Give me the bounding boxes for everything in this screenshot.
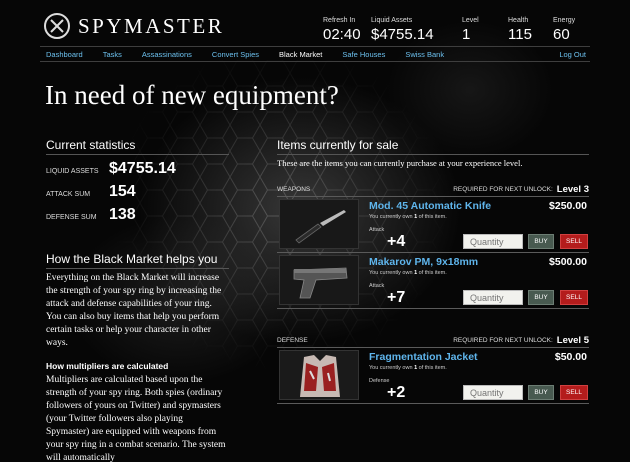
owned-prefix: You currently own [369, 270, 413, 276]
owned-suffix: of this item. [418, 270, 447, 276]
owned-count: 1 [414, 214, 418, 220]
quantity-input[interactable] [463, 385, 523, 400]
item-owned: You currently own 1 of this item. [369, 270, 447, 276]
app-logo[interactable]: SPYMASTER [44, 13, 224, 39]
stat-label: DEFENSE SUM [46, 214, 97, 221]
item-owned: You currently own 1 of this item. [369, 365, 447, 371]
sell-button[interactable]: SELL [560, 234, 588, 249]
stat-liquid-assets: Liquid Assets $4755.14 [371, 17, 434, 43]
nav-black-market[interactable]: Black Market [279, 50, 322, 59]
stat-value: 1 [462, 26, 471, 43]
stat-label: LIQUID ASSETS [46, 168, 99, 175]
pistol-icon [279, 255, 359, 305]
nav-assassinations[interactable]: Assassinations [142, 50, 192, 59]
stat-refresh: Refresh In 02:40 [323, 17, 361, 43]
knife-icon [279, 199, 359, 249]
divider [46, 154, 229, 155]
owned-prefix: You currently own [369, 365, 413, 371]
bonus-label: Attack [369, 227, 385, 233]
multipliers-title: How multipliers are calculated [46, 361, 169, 371]
divider [277, 154, 589, 155]
app-name: SPYMASTER [78, 13, 225, 38]
stat-value: 154 [109, 183, 136, 200]
stat-value: 02:40 [323, 26, 361, 43]
items-subtitle: These are the items you can currently pu… [277, 158, 523, 168]
unlock-level: Level 5 [556, 335, 589, 346]
stat-level: Level 1 [462, 17, 479, 43]
nav-tasks[interactable]: Tasks [103, 50, 122, 59]
help-paragraph: Everything on the Black Market will incr… [46, 273, 222, 348]
owned-suffix: of this item. [418, 365, 447, 371]
item-name[interactable]: Makarov PM, 9x18mm [369, 256, 478, 268]
owned-prefix: You currently own [369, 214, 413, 220]
current-stats-title: Current statistics [46, 138, 136, 152]
nav-safe-houses[interactable]: Safe Houses [342, 50, 385, 59]
nav-convert-spies[interactable]: Convert Spies [212, 50, 259, 59]
defense-category-bar: DEFENSE REQUIRED FOR NEXT UNLOCK: Level … [277, 334, 589, 348]
current-stat-row: DEFENSE SUM 138 [46, 206, 136, 224]
market-item: Fragmentation Jacket You currently own 1… [277, 348, 589, 404]
stat-label: Level [462, 17, 479, 24]
buy-button[interactable]: BUY [528, 234, 554, 249]
item-price: $250.00 [549, 200, 587, 212]
nav-dashboard[interactable]: Dashboard [46, 50, 83, 59]
item-name[interactable]: Fragmentation Jacket [369, 351, 478, 363]
stat-label: Energy [553, 17, 576, 24]
category-name: DEFENSE [277, 337, 308, 344]
category-name: WEAPONS [277, 186, 311, 193]
buy-button[interactable]: BUY [528, 290, 554, 305]
owned-count: 1 [414, 270, 418, 276]
buy-button[interactable]: BUY [528, 385, 554, 400]
item-owned: You currently own 1 of this item. [369, 214, 447, 220]
bonus-value: +7 [387, 289, 406, 306]
bonus-value: +4 [387, 233, 406, 250]
unlock-level: Level 3 [556, 184, 589, 195]
stat-value: $4755.14 [109, 160, 176, 177]
bonus-value: +2 [387, 384, 406, 401]
page-title: In need of new equipment? [45, 80, 339, 110]
main-nav: Dashboard Tasks Assassinations Convert S… [40, 46, 590, 62]
bonus-label: Attack [369, 283, 385, 289]
items-title: Items currently for sale [277, 138, 399, 152]
quantity-input[interactable] [463, 234, 523, 249]
nav-log-out[interactable]: Log Out [559, 50, 586, 59]
current-stat-row: LIQUID ASSETS $4755.14 [46, 160, 176, 178]
item-price: $500.00 [549, 256, 587, 268]
weapons-category-bar: WEAPONS REQUIRED FOR NEXT UNLOCK: Level … [277, 183, 589, 197]
divider [46, 268, 229, 269]
sell-button[interactable]: SELL [560, 290, 588, 305]
owned-count: 1 [414, 365, 418, 371]
stat-value: $4755.14 [371, 26, 434, 43]
stat-label: Liquid Assets [371, 17, 413, 24]
stat-health: Health 115 [508, 17, 532, 43]
quantity-input[interactable] [463, 290, 523, 305]
unlock-label: REQUIRED FOR NEXT UNLOCK: [453, 186, 553, 193]
unlock-label: REQUIRED FOR NEXT UNLOCK: [453, 337, 553, 344]
stat-value: 138 [109, 206, 136, 223]
help-title: How the Black Market helps you [46, 252, 218, 266]
current-stat-row: ATTACK SUM 154 [46, 183, 136, 201]
item-price: $50.00 [554, 351, 587, 363]
stat-label: Refresh In [323, 17, 356, 24]
stat-label: Health [508, 17, 529, 24]
stat-value: 115 [508, 26, 532, 43]
market-item: Makarov PM, 9x18mm You currently own 1 o… [277, 253, 589, 309]
owned-suffix: of this item. [418, 214, 447, 220]
stat-value: 60 [553, 26, 570, 43]
item-name[interactable]: Mod. 45 Automatic Knife [369, 200, 491, 212]
stat-label: ATTACK SUM [46, 191, 91, 198]
market-item: Mod. 45 Automatic Knife You currently ow… [277, 197, 589, 253]
multipliers-paragraph: Multipliers are calculated based upon th… [46, 375, 226, 462]
sell-button[interactable]: SELL [560, 385, 588, 400]
nav-swiss-bank[interactable]: Swiss Bank [405, 50, 444, 59]
jacket-icon [279, 350, 359, 400]
stat-energy: Energy 60 [553, 17, 575, 43]
crosshair-logo-icon [44, 13, 70, 39]
